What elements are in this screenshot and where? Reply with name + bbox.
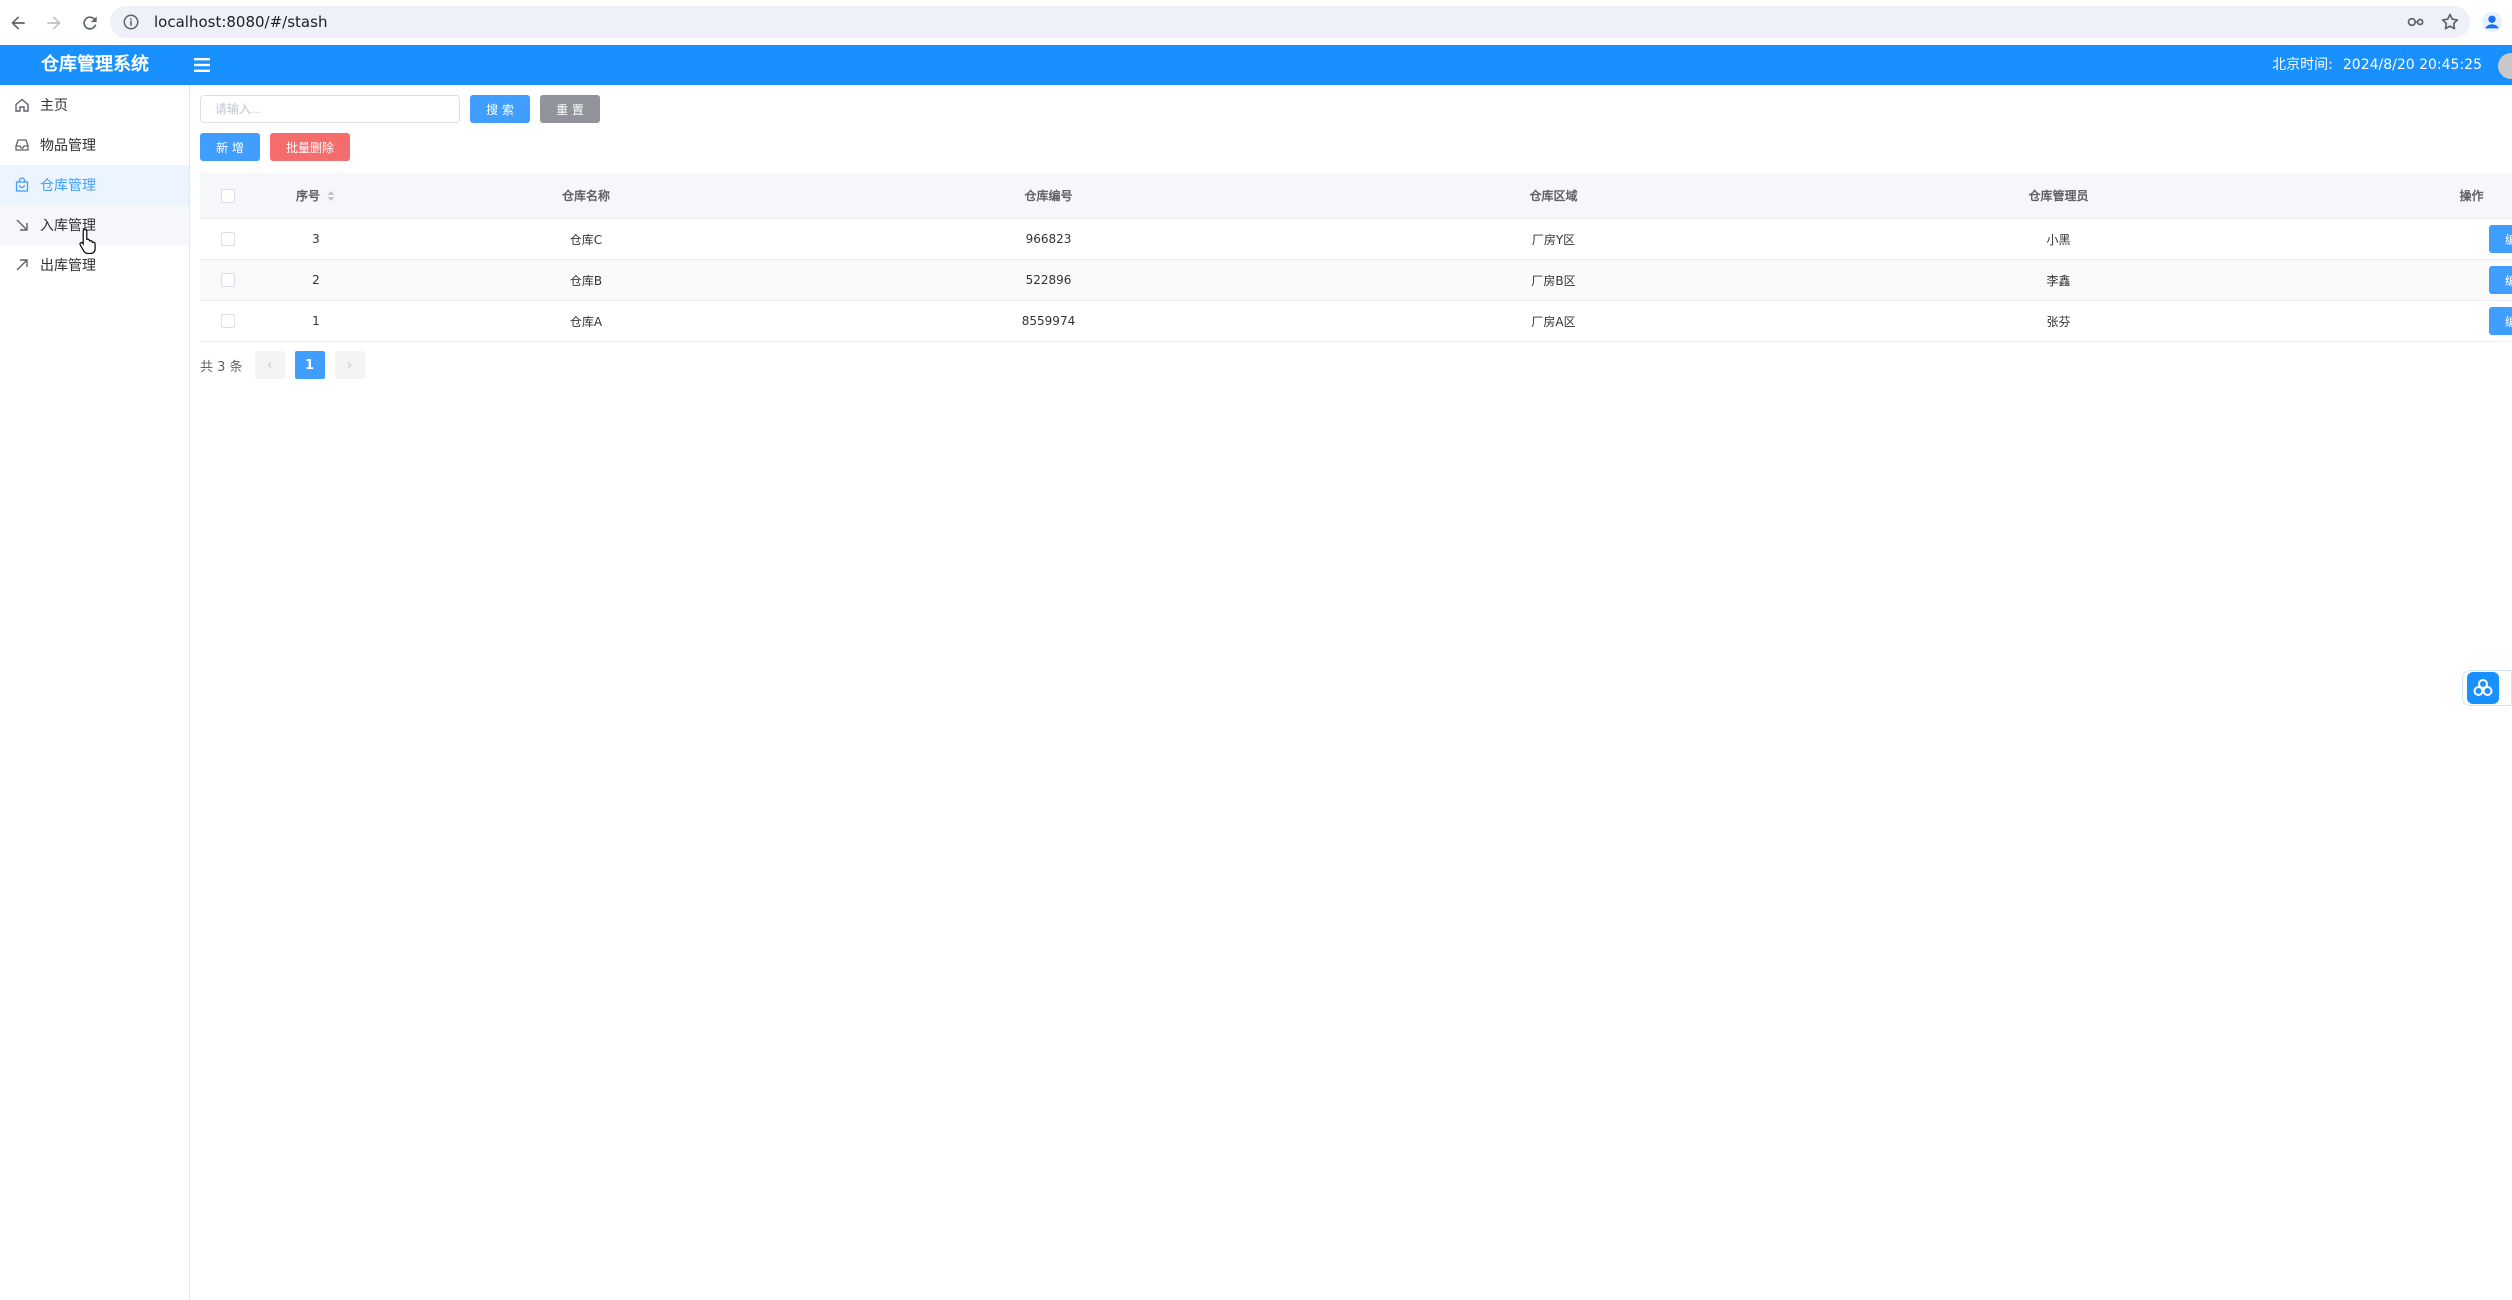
browser-toolbar: localhost:8080/#/stash	[0, 0, 2512, 45]
clock-label: 北京时间:	[2272, 57, 2333, 73]
row-admin: 张芬	[2046, 314, 2071, 329]
clock-value: 2024/8/20 20:45:25	[2342, 57, 2482, 73]
next-page-button[interactable]: ›	[334, 351, 365, 379]
row-code: 8559974	[1021, 314, 1076, 328]
cloud-icon	[2467, 672, 2499, 704]
select-all-checkbox[interactable]	[221, 188, 235, 203]
row-checkbox[interactable]	[221, 273, 235, 287]
arrow-left-icon	[11, 15, 25, 30]
row-admin: 小黑	[2046, 232, 2071, 247]
app-title: 仓库管理系统	[41, 54, 149, 75]
home-icon	[15, 98, 29, 112]
menu-toggle-icon[interactable]	[192, 55, 212, 75]
sidebar-item-home[interactable]: 主页	[0, 85, 189, 125]
row-actions: 编辑 删除	[2311, 260, 2512, 300]
url-text[interactable]: localhost:8080/#/stash	[154, 13, 327, 31]
address-bar[interactable]: localhost:8080/#/stash	[110, 6, 2470, 38]
table-row: 2 仓库B 522896 厂房B区 李鑫 编辑 删除	[200, 260, 2512, 301]
password-key-icon[interactable]	[2406, 12, 2426, 32]
info-icon[interactable]	[122, 13, 140, 31]
pagination-total: 共 3 条	[200, 359, 243, 375]
search-input[interactable]	[200, 95, 460, 123]
forward-button[interactable]	[36, 5, 72, 41]
hand-cursor-icon	[79, 228, 96, 254]
row-select-cell	[200, 260, 256, 300]
prev-page-button[interactable]: ‹	[254, 351, 285, 379]
column-header-admin: 仓库管理员	[2028, 189, 2089, 203]
reload-button[interactable]	[72, 5, 108, 41]
row-no: 3	[312, 232, 320, 246]
arrow-down-right-icon	[16, 219, 28, 231]
row-area: 厂房Y区	[1531, 232, 1576, 247]
row-checkbox[interactable]	[221, 232, 235, 246]
app-header: 仓库管理系统 北京时间: 2024/8/20 20:45:25	[0, 45, 2512, 85]
row-name: 仓库B	[569, 273, 603, 288]
column-header-area: 仓库区域	[1529, 189, 1578, 203]
arrow-right-icon	[47, 15, 61, 30]
sidebar-item-goods[interactable]: 物品管理	[0, 125, 189, 165]
column-header-name: 仓库名称	[561, 189, 610, 203]
floating-assistant-button[interactable]	[2462, 670, 2512, 706]
row-no: 1	[312, 314, 320, 328]
row-admin: 李鑫	[2046, 273, 2071, 288]
reset-button[interactable]: 重 置	[540, 95, 600, 123]
back-button[interactable]	[0, 5, 36, 41]
avatar[interactable]	[2498, 53, 2512, 79]
row-select-cell	[200, 301, 256, 341]
edit-button[interactable]: 编辑	[2489, 307, 2512, 335]
row-select-cell	[200, 219, 256, 259]
batch-delete-button[interactable]: 批量删除	[270, 133, 350, 161]
clock: 北京时间: 2024/8/20 20:45:25	[2272, 45, 2482, 85]
table-row: 1 仓库A 8559974 厂房A区 张芬 编辑 删除	[200, 301, 2512, 342]
column-header-actions: 操作	[2459, 189, 2484, 203]
row-actions: 编辑 删除	[2311, 219, 2512, 259]
sidebar-item-warehouse[interactable]: 仓库管理	[0, 165, 189, 205]
main-content: 搜 索 重 置 新 增 批量删除 序号 仓库名称 仓库编号 仓库区域 仓库管理员…	[200, 85, 2512, 1300]
sidebar: 主页 物品管理 仓库管理 入库管理 出库管理	[0, 85, 190, 1300]
arrow-up-right-icon	[16, 259, 28, 271]
edit-button[interactable]: 编辑	[2489, 225, 2512, 253]
row-name: 仓库A	[569, 314, 603, 329]
add-button[interactable]: 新 增	[200, 133, 260, 161]
sidebar-item-label: 出库管理	[40, 258, 96, 274]
warehouse-table: 序号 仓库名称 仓库编号 仓库区域 仓库管理员 操作 3 仓库C 966823 …	[200, 173, 2512, 342]
row-name: 仓库C	[569, 232, 603, 247]
row-area: 厂房A区	[1531, 314, 1576, 329]
search-button[interactable]: 搜 索	[470, 95, 530, 123]
sidebar-item-label: 仓库管理	[40, 178, 96, 194]
sort-icon[interactable]	[326, 190, 336, 202]
row-checkbox[interactable]	[221, 314, 235, 328]
row-no: 2	[312, 273, 320, 287]
page-number-button[interactable]: 1	[294, 351, 325, 379]
bookmark-star-icon[interactable]	[2440, 12, 2460, 32]
pagination: 共 3 条 ‹ 1 ›	[200, 351, 375, 379]
edit-button[interactable]: 编辑	[2489, 266, 2512, 294]
column-header-label: 序号	[295, 189, 320, 203]
sidebar-item-label: 物品管理	[40, 138, 96, 154]
profile-button[interactable]	[2480, 10, 2504, 34]
table-row: 3 仓库C 966823 厂房Y区 小黑 编辑 删除	[200, 219, 2512, 260]
row-actions: 编辑 删除	[2311, 301, 2512, 341]
table-header: 序号 仓库名称 仓库编号 仓库区域 仓库管理员 操作	[200, 173, 2512, 219]
inbox-icon	[15, 139, 29, 151]
row-code: 966823	[1025, 232, 1072, 246]
column-header-code: 仓库编号	[1024, 189, 1073, 203]
reload-icon	[83, 15, 97, 30]
sidebar-item-label: 主页	[40, 98, 68, 114]
user-icon	[2481, 11, 2503, 33]
row-code: 522896	[1025, 273, 1072, 287]
column-header-no[interactable]: 序号	[256, 173, 376, 218]
row-area: 厂房B区	[1531, 273, 1576, 288]
select-all-cell	[200, 173, 256, 218]
shopping-bag-icon	[15, 177, 29, 192]
